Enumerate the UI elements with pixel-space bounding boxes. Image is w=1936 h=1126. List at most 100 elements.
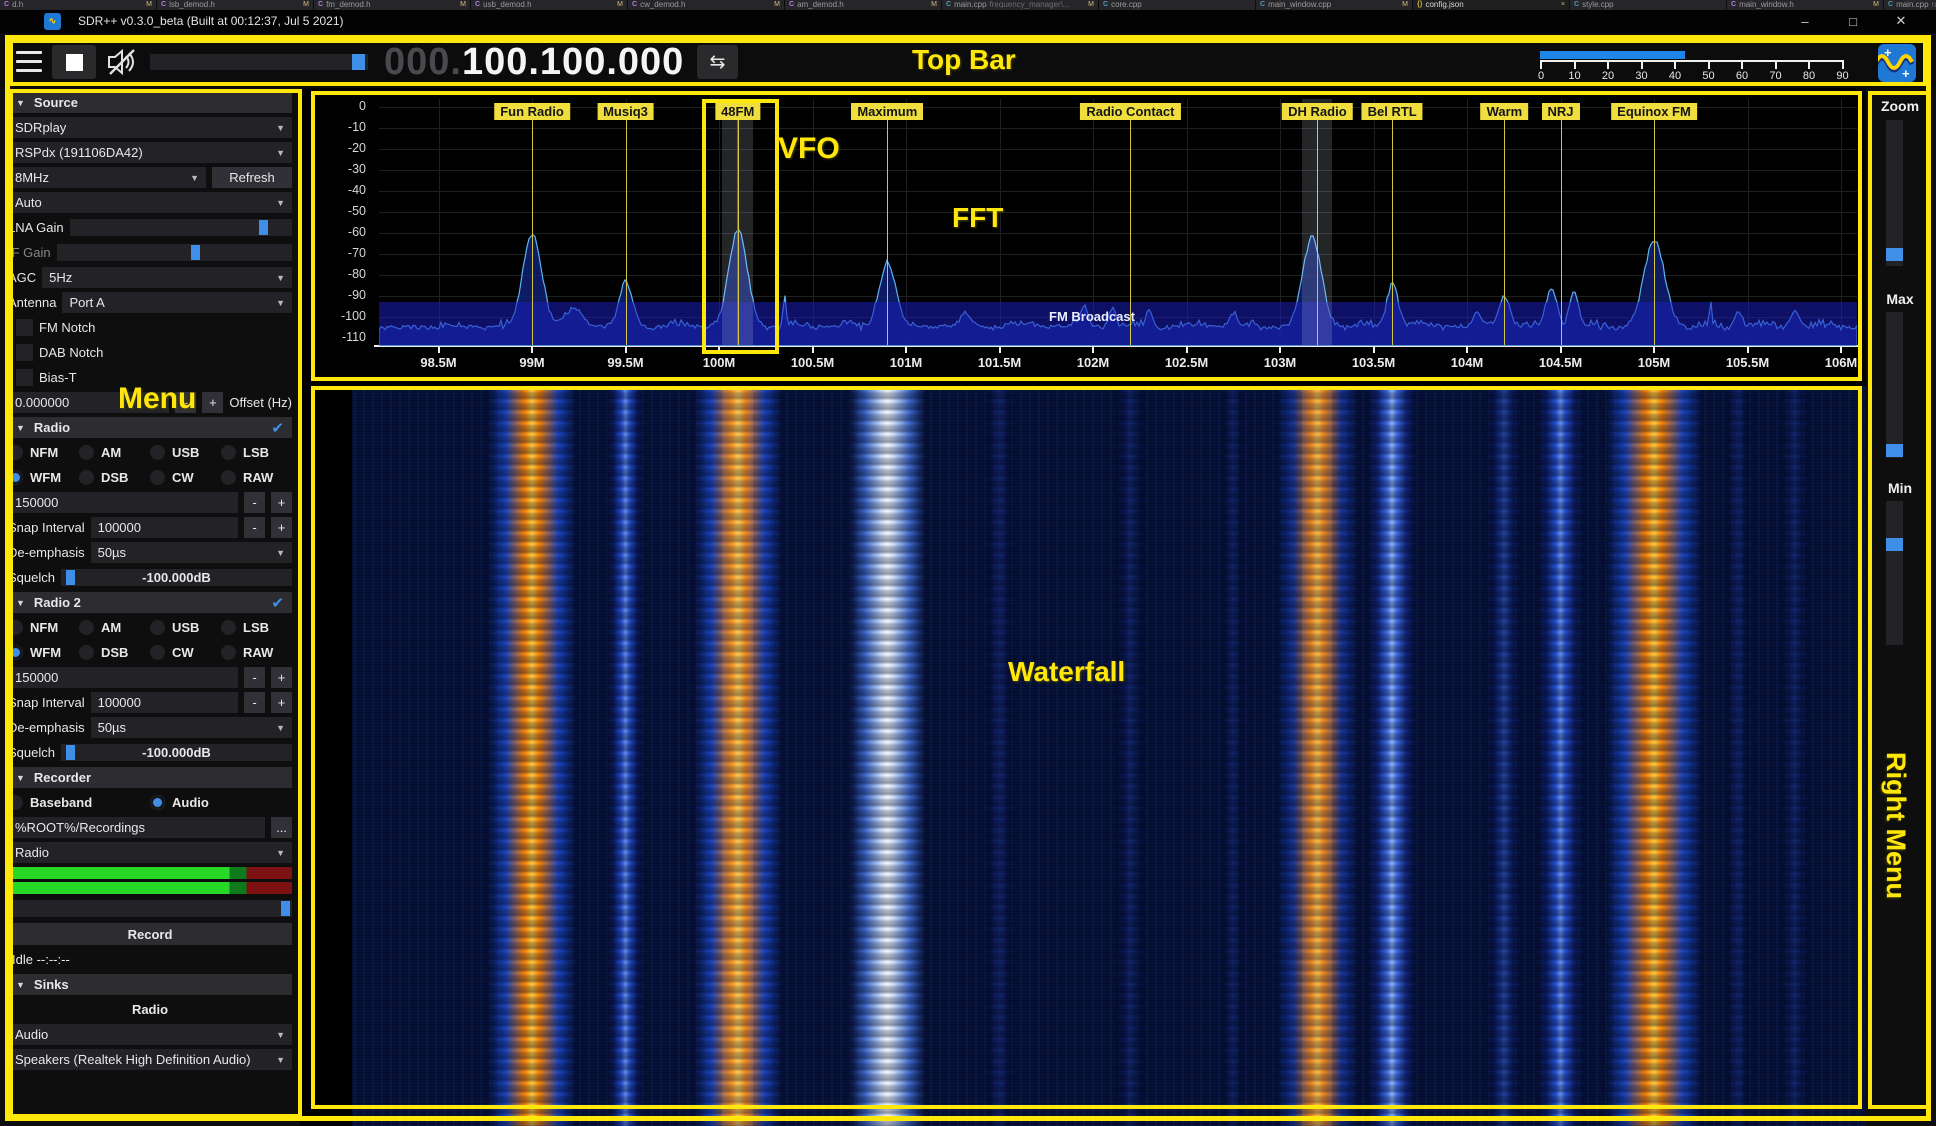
radio-mode-usb[interactable]: USB	[150, 441, 221, 463]
lna-gain-handle[interactable]	[259, 220, 268, 235]
sink-device-dropdown[interactable]: Speakers (Realtek High Definition Audio)…	[8, 1049, 292, 1070]
editor-tab[interactable]: Cmain_window.cppM	[1256, 0, 1413, 10]
radio-mode-wfm[interactable]: WFM	[8, 466, 79, 488]
radio2-mode-usb[interactable]: USB	[150, 616, 221, 638]
radio-mode-raw[interactable]: RAW	[221, 466, 292, 488]
dab-notch-checkbox[interactable]	[16, 344, 33, 361]
editor-tab[interactable]: Cmain.cppradio\...M	[1884, 0, 1936, 10]
station-label[interactable]: DH Radio	[1282, 103, 1353, 120]
radio2-bw-minus-button[interactable]: -	[244, 667, 265, 688]
radio-mode-lsb[interactable]: LSB	[221, 441, 292, 463]
snap-plus-button[interactable]: +	[271, 692, 292, 713]
radio2-mode-dsb[interactable]: DSB	[79, 641, 150, 663]
station-label[interactable]: 48FM	[715, 103, 760, 120]
radio2-mode-cw[interactable]: CW	[150, 641, 221, 663]
station-label[interactable]: Musiq3	[597, 103, 654, 120]
recorder-volume-slider[interactable]	[8, 900, 292, 917]
editor-tab[interactable]: Ccore.cpp	[1099, 0, 1256, 10]
editor-tab[interactable]: Cusb_demod.hM	[471, 0, 628, 10]
zoom-slider[interactable]	[1886, 120, 1903, 266]
refresh-button[interactable]: Refresh	[212, 167, 292, 188]
editor-tab[interactable]: Cam_demod.hM	[785, 0, 942, 10]
editor-tab[interactable]: Cmain_window.hM	[1727, 0, 1884, 10]
station-label[interactable]: Bel RTL	[1362, 103, 1423, 120]
radio2-section-header[interactable]: ▼Radio 2✔	[8, 592, 292, 613]
sinks-section-header[interactable]: ▼Sinks	[8, 974, 292, 995]
fm-notch-checkbox[interactable]	[16, 319, 33, 336]
editor-tab[interactable]: Cmain.cppfrequency_manager\...M	[942, 0, 1099, 10]
radio2-mode-am[interactable]: AM	[79, 616, 150, 638]
offset-input[interactable]: 0.000000	[8, 392, 169, 413]
radio-section-header[interactable]: ▼Radio✔	[8, 417, 292, 438]
bias-t-checkbox[interactable]	[16, 369, 33, 386]
radio2-snap-input[interactable]: 100000	[91, 692, 238, 713]
station-label[interactable]: Warm	[1481, 103, 1529, 120]
antenna-dropdown[interactable]: Port A▼	[62, 292, 292, 313]
radio-bandwidth-input[interactable]: 150000	[8, 492, 238, 513]
editor-tab[interactable]: Clsb_demod.hM	[157, 0, 314, 10]
editor-tab[interactable]: Cd.hM	[0, 0, 157, 10]
source-section-header[interactable]: ▼Source	[8, 92, 292, 113]
radio2-mode-wfm[interactable]: WFM	[8, 641, 79, 663]
radio-mode-am[interactable]: AM	[79, 441, 150, 463]
radio2-bw-plus-button[interactable]: +	[271, 667, 292, 688]
radio-mode-dsb[interactable]: DSB	[79, 466, 150, 488]
if-mode-dropdown[interactable]: Auto▼	[8, 192, 292, 213]
stop-button[interactable]	[52, 45, 96, 79]
sink-type-dropdown[interactable]: Audio▼	[8, 1024, 292, 1045]
record-button[interactable]: Record	[8, 923, 292, 945]
radio-bw-plus-button[interactable]: +	[271, 492, 292, 513]
browse-button[interactable]: ...	[271, 817, 292, 838]
if-gain-handle[interactable]	[191, 245, 200, 260]
offset-plus-button[interactable]: +	[202, 392, 223, 413]
snap-minus-button[interactable]: -	[244, 692, 265, 713]
editor-tab[interactable]: Cstyle.cpp	[1570, 0, 1727, 10]
station-label[interactable]: Radio Contact	[1080, 103, 1180, 120]
max-slider-handle[interactable]	[1886, 444, 1903, 457]
zoom-slider-handle[interactable]	[1886, 248, 1903, 261]
recorder-mode-baseband[interactable]: Baseband	[8, 791, 150, 813]
snap-minus-button[interactable]: -	[244, 517, 265, 538]
lna-gain-slider[interactable]	[70, 219, 292, 236]
editor-tab[interactable]: {}config.json×	[1413, 0, 1570, 10]
recording-path-input[interactable]: %ROOT%/Recordings	[8, 817, 265, 838]
snap-plus-button[interactable]: +	[271, 517, 292, 538]
recorder-volume-handle[interactable]	[281, 901, 290, 916]
radio2-squelch-slider[interactable]: -100.000dB	[61, 744, 292, 761]
radio2-bandwidth-input[interactable]: 150000	[8, 667, 238, 688]
tab-close-icon[interactable]: ×	[1561, 0, 1565, 10]
if-gain-slider[interactable]	[57, 244, 292, 261]
menu-toggle-icon[interactable]	[16, 51, 42, 72]
snap-interval-input[interactable]: 100000	[91, 517, 238, 538]
station-label[interactable]: Fun Radio	[494, 103, 570, 120]
enabled-check-icon[interactable]: ✔	[271, 594, 284, 612]
station-label[interactable]: NRJ	[1541, 103, 1579, 120]
radio-mode-cw[interactable]: CW	[150, 466, 221, 488]
recorder-stream-dropdown[interactable]: Radio▼	[8, 842, 292, 863]
recorder-mode-audio[interactable]: Audio	[150, 791, 292, 813]
station-label[interactable]: Maximum	[851, 103, 923, 120]
offset-minus-button[interactable]: -	[175, 392, 196, 413]
station-label[interactable]: Equinox FM	[1611, 103, 1697, 120]
min-slider-handle[interactable]	[1886, 538, 1903, 551]
enabled-check-icon[interactable]: ✔	[271, 419, 284, 437]
frequency-display[interactable]: 000.100.100.000	[384, 41, 684, 84]
radio2-mode-lsb[interactable]: LSB	[221, 616, 292, 638]
radio2-mode-nfm[interactable]: NFM	[8, 616, 79, 638]
maximize-button[interactable]: □	[1838, 11, 1868, 31]
tuning-mode-button[interactable]: ⇆	[697, 45, 738, 79]
source-driver-dropdown[interactable]: SDRplay▼	[8, 117, 292, 138]
waterfall-display[interactable]	[300, 386, 1866, 1126]
radio-mode-nfm[interactable]: NFM	[8, 441, 79, 463]
source-device-dropdown[interactable]: RSPdx (191106DA42)▼	[8, 142, 292, 163]
min-slider[interactable]	[1886, 501, 1903, 645]
squelch-slider[interactable]: -100.000dB	[61, 569, 292, 586]
radio-bw-minus-button[interactable]: -	[244, 492, 265, 513]
editor-tab[interactable]: Ccw_demod.hM	[628, 0, 785, 10]
mute-speaker-icon[interactable]	[106, 47, 140, 77]
volume-slider-handle[interactable]	[352, 54, 365, 70]
close-button[interactable]: ✕	[1886, 11, 1916, 31]
editor-tab[interactable]: Cfm_demod.hM	[314, 0, 471, 10]
radio2-mode-raw[interactable]: RAW	[221, 641, 292, 663]
max-slider[interactable]	[1886, 312, 1903, 458]
